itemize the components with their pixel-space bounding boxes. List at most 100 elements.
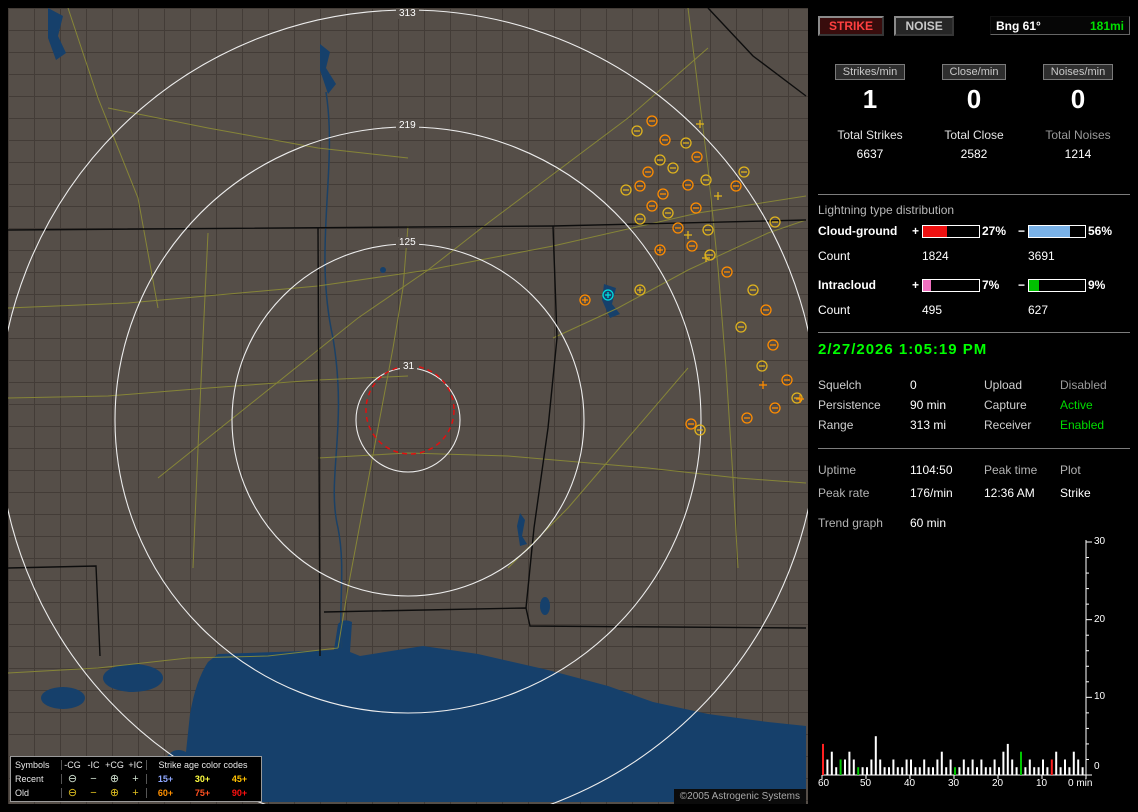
status-row-range: Range 313 mi Receiver Enabled: [818, 418, 1130, 434]
intracloud-count-row: Count 495 627: [818, 303, 1130, 317]
legend-recent-row: Recent ⊖ − ⊕ + 15+ 30+ 45+: [13, 772, 259, 786]
copyright-text: ©2005 Astrogenic Systems: [673, 789, 806, 804]
plus-sign: +: [912, 278, 920, 292]
x-tick-0-min: 0 min: [1068, 778, 1093, 789]
distance-value: 181mi: [1089, 18, 1124, 33]
trend-bar: [1033, 767, 1036, 775]
cg-negative-bar: [1028, 225, 1086, 238]
ic-positive-pct: 7%: [982, 278, 1000, 292]
legend-old-row: Old ⊖ − ⊕ + 60+ 75+ 90+: [13, 786, 259, 800]
y-tick-30: 30: [1094, 536, 1106, 547]
plot-label: Plot: [1060, 463, 1081, 477]
uptime-label: Uptime: [818, 463, 857, 477]
trend-bar: [839, 759, 842, 775]
neg-ic-old-icon: −: [90, 787, 97, 799]
cloud-ground-label: Cloud-ground: [818, 224, 898, 238]
ring-label-219: 219: [396, 120, 419, 131]
total-close-value: 2582: [960, 147, 988, 161]
mode-button-row: STRIKE NOISE Bng 61° 181mi: [818, 16, 1130, 38]
squelch-value: 0: [910, 378, 917, 392]
x-tick-60: 60: [818, 778, 830, 789]
cg-positive-bar: [922, 225, 980, 238]
count-label: Count: [818, 303, 851, 317]
x-tick-50: 50: [860, 778, 872, 789]
pos-cg-old-icon: ⊕: [109, 787, 120, 799]
upload-label: Upload: [984, 378, 1023, 392]
legend-age-title: Strike age color codes: [146, 760, 259, 770]
app-window: 313 219 125 31 Symbols -CG -IC +CG +IC S…: [0, 0, 1138, 812]
legend-col-pic: +IC: [128, 760, 143, 770]
cloud-ground-row: Cloud-ground + 27% − 56%: [818, 224, 1130, 238]
divider: [818, 194, 1130, 195]
range-label: Range: [818, 418, 854, 432]
neg-cg-old-icon: ⊖: [67, 787, 78, 799]
y-tick-20: 20: [1094, 614, 1106, 625]
strike-mode-button[interactable]: STRIKE: [818, 16, 885, 36]
cg-positive-fill: [923, 226, 947, 237]
ring-label-125: 125: [396, 237, 419, 248]
trend-bar: [896, 767, 899, 775]
trend-bar: [822, 743, 824, 775]
trend-bar: [1081, 767, 1084, 775]
trend-bar: [945, 767, 948, 775]
ic-positive-count: 495: [922, 303, 943, 317]
pos-ic-recent-icon: +: [132, 773, 139, 785]
legend-header-row: Symbols -CG -IC +CG +IC Strike age color…: [13, 758, 259, 772]
ic-negative-count: 627: [1028, 303, 1049, 317]
noises-per-min-value: 0: [1070, 84, 1086, 114]
trend-bar: [888, 767, 890, 775]
trend-bar: [852, 759, 855, 775]
plus-sign: +: [912, 224, 920, 238]
peak-rate-row: Peak rate 176/min 12:36 AM Strike: [818, 486, 1130, 502]
trend-bar: [1072, 751, 1075, 775]
trend-bar: [1015, 767, 1018, 775]
trend-bar: [892, 759, 895, 775]
trend-bar: [967, 767, 970, 775]
rate-chip-close: Close/min: [922, 62, 1026, 80]
minus-sign: −: [1018, 278, 1026, 292]
legend-col-pcg: +CG: [105, 760, 124, 770]
count-label: Count: [818, 249, 851, 263]
legend-col-nic: -IC: [87, 760, 100, 770]
strikes-per-min-label: Strikes/min: [834, 64, 906, 80]
trend-bar: [1006, 743, 1009, 775]
trend-bar: [879, 759, 882, 775]
ic-positive-fill: [923, 280, 931, 291]
trend-bar: [1050, 759, 1053, 775]
trend-bar: [861, 767, 864, 775]
age-code: 15+: [157, 774, 174, 784]
trend-graph: [818, 536, 1130, 788]
rate-chip-noises: Noises/min: [1026, 62, 1130, 80]
trend-bar: [1042, 759, 1044, 775]
peak-time-value: 12:36 AM: [984, 486, 1035, 500]
trend-bar: [905, 759, 908, 775]
plot-value: Strike: [1060, 486, 1091, 500]
y-tick-0: 0: [1094, 761, 1100, 772]
trend-bar: [883, 767, 886, 775]
trend-bar: [1068, 767, 1071, 775]
noise-mode-button[interactable]: NOISE: [894, 16, 954, 36]
ic-negative-fill: [1029, 280, 1040, 291]
cg-negative-count: 3691: [1028, 249, 1055, 263]
trend-bar: [1037, 767, 1040, 775]
persistence-value: 90 min: [910, 398, 947, 412]
cg-negative-pct: 56%: [1088, 224, 1113, 238]
lightning-map[interactable]: 313 219 125 31 Symbols -CG -IC +CG +IC S…: [8, 8, 808, 804]
trend-bar: [980, 759, 983, 775]
neg-ic-recent-icon: −: [90, 773, 97, 785]
ring-label-313: 313: [396, 8, 419, 19]
x-tick-20: 20: [992, 778, 1004, 789]
receiver-status: Enabled: [1060, 418, 1105, 432]
x-tick-30: 30: [948, 778, 960, 789]
upload-status: Disabled: [1060, 378, 1107, 392]
trend-bar: [998, 767, 1000, 775]
trend-bar: [1002, 751, 1005, 775]
trend-bar: [1064, 759, 1066, 775]
trend-bar: [1024, 767, 1027, 775]
receiver-label: Receiver: [984, 418, 1032, 432]
trend-bar: [1028, 759, 1031, 775]
trend-bar: [936, 759, 939, 775]
pos-cg-recent-icon: ⊕: [109, 773, 120, 785]
trend-bar: [962, 759, 965, 775]
ring-label-31: 31: [400, 361, 418, 372]
